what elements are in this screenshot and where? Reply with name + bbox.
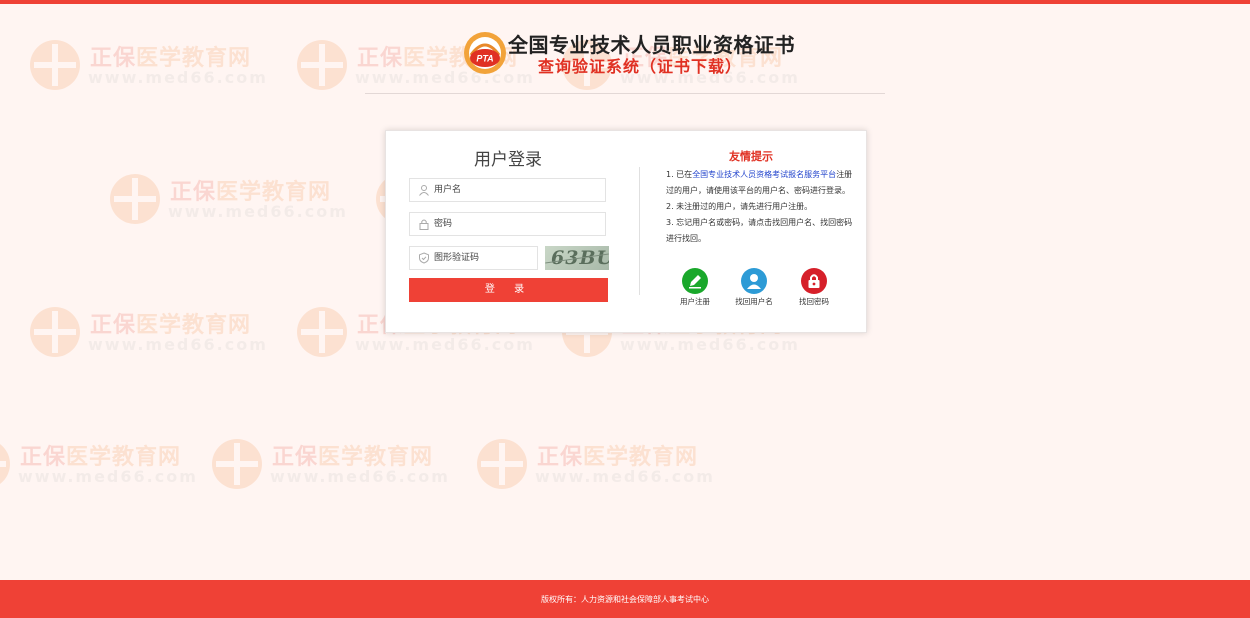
copyright-text: 版权所有：人力资源和社会保障部人事考试中心: [541, 595, 709, 604]
watermark-logo-icon: [0, 439, 10, 489]
tip-item-2: 2. 未注册过的用户，请先进行用户注册。: [666, 202, 813, 211]
register-label: 用户注册: [680, 297, 710, 306]
captcha-input[interactable]: [434, 250, 534, 266]
pta-logo-icon: PTA: [464, 32, 506, 74]
lock-icon: [419, 219, 429, 230]
header-divider: [365, 93, 885, 94]
watermark-logo-icon: [477, 439, 527, 489]
login-button[interactable]: 登 录: [409, 278, 608, 302]
password-input[interactable]: [434, 216, 594, 232]
captcha-image[interactable]: 63BU: [545, 246, 609, 270]
tips-list: 1. 已在全国专业技术人员资格考试报名服务平台注册过的用户，请使用该平台的用户名…: [666, 167, 858, 247]
svg-text:PTA: PTA: [476, 54, 493, 64]
watermark-logo-icon: [30, 307, 80, 357]
watermark-logo-icon: [110, 174, 160, 224]
watermark-logo-icon: [297, 307, 347, 357]
password-field[interactable]: [409, 212, 606, 236]
login-card: 用户登录 63BU 登 录 友情提示 1. 已在全国专业技术人员资格考试报名服务…: [385, 130, 867, 333]
tip-item-3: 3. 忘记用户名或密码，请点击找回用户名、找回密码进行找回。: [666, 218, 853, 243]
recover-password-label: 找回密码: [799, 297, 829, 306]
service-platform-link[interactable]: 全国专业技术人员资格考试报名服务平台: [692, 170, 836, 179]
username-field[interactable]: [409, 178, 606, 202]
watermark-logo-icon: [212, 439, 262, 489]
recover-username-action[interactable]: 找回用户名: [724, 268, 784, 307]
vertical-divider: [639, 167, 640, 295]
top-accent-strip: [0, 0, 1250, 4]
tips-title: 友情提示: [729, 150, 773, 163]
page-header: PTA 全国专业技术人员职业资格证书 查询验证系统（证书下载）: [0, 26, 1250, 76]
pencil-icon: [682, 268, 708, 294]
page-subtitle: 查询验证系统（证书下载）: [538, 57, 743, 76]
register-action[interactable]: 用户注册: [665, 268, 725, 307]
captcha-code: 63BU: [551, 247, 609, 269]
tip-item-1: 1. 已在全国专业技术人员资格考试报名服务平台注册过的用户，请使用该平台的用户名…: [666, 170, 853, 195]
lock-icon: [801, 268, 827, 294]
page-footer: 版权所有：人力资源和社会保障部人事考试中心: [0, 580, 1250, 618]
username-input[interactable]: [434, 182, 594, 198]
user-icon: [741, 268, 767, 294]
login-title: 用户登录: [474, 150, 542, 170]
captcha-field[interactable]: [409, 246, 538, 270]
shield-icon: [419, 252, 429, 264]
recover-password-action[interactable]: 找回密码: [784, 268, 844, 307]
recover-username-label: 找回用户名: [735, 297, 773, 306]
user-icon: [419, 185, 429, 196]
